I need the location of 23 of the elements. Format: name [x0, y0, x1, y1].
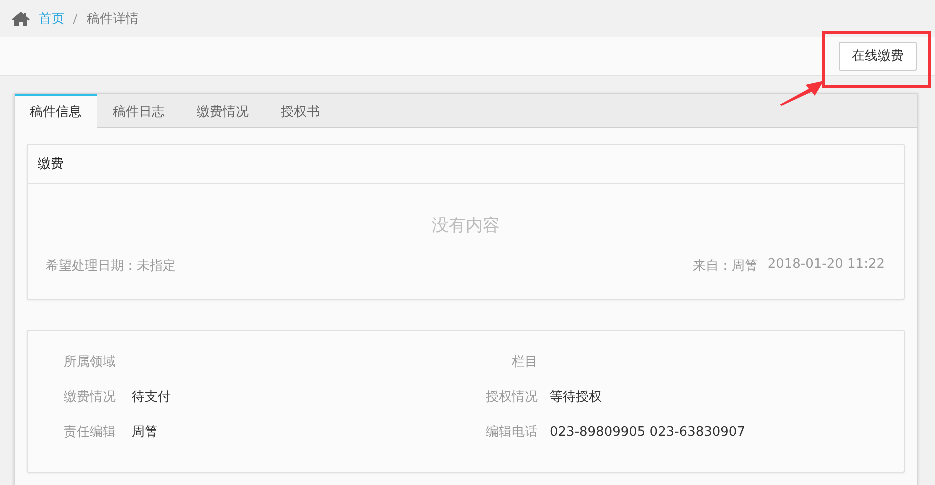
field-value: 等待授权 [550, 390, 602, 405]
arrow [779, 80, 825, 106]
tab[interactable]: 稿件信息 [15, 94, 97, 128]
card-title: 缴费 [38, 156, 64, 173]
field-label: 编辑电话 [485, 424, 538, 442]
field-label: 授权情况 [485, 389, 538, 407]
tab[interactable]: 缴费情况 [181, 94, 265, 127]
timestamp: 2018-01-20 11:22 [768, 257, 885, 274]
home-icon[interactable] [11, 10, 31, 26]
field-label: 责任编辑 [64, 424, 117, 442]
field-value: 待支付 [132, 390, 171, 405]
tab[interactable]: 授权书 [265, 94, 336, 127]
field-label: 栏目 [511, 354, 538, 372]
current-page-text: 稿件详情 [87, 10, 139, 28]
field-value: 023-89809905 023-63830907 [550, 425, 746, 440]
field-label: 所属领域 [64, 354, 117, 372]
sender-text: 来自：周箐 [692, 258, 758, 275]
due-date-text: 希望处理日期：未指定 [46, 258, 176, 275]
field-value: 周箐 [132, 425, 158, 440]
field-label: 缴费情况 [64, 389, 117, 407]
empty-message: 没有内容 [432, 215, 500, 237]
pay-online-button[interactable]: 在线缴费 [839, 42, 917, 70]
tab[interactable]: 稿件日志 [97, 94, 181, 127]
